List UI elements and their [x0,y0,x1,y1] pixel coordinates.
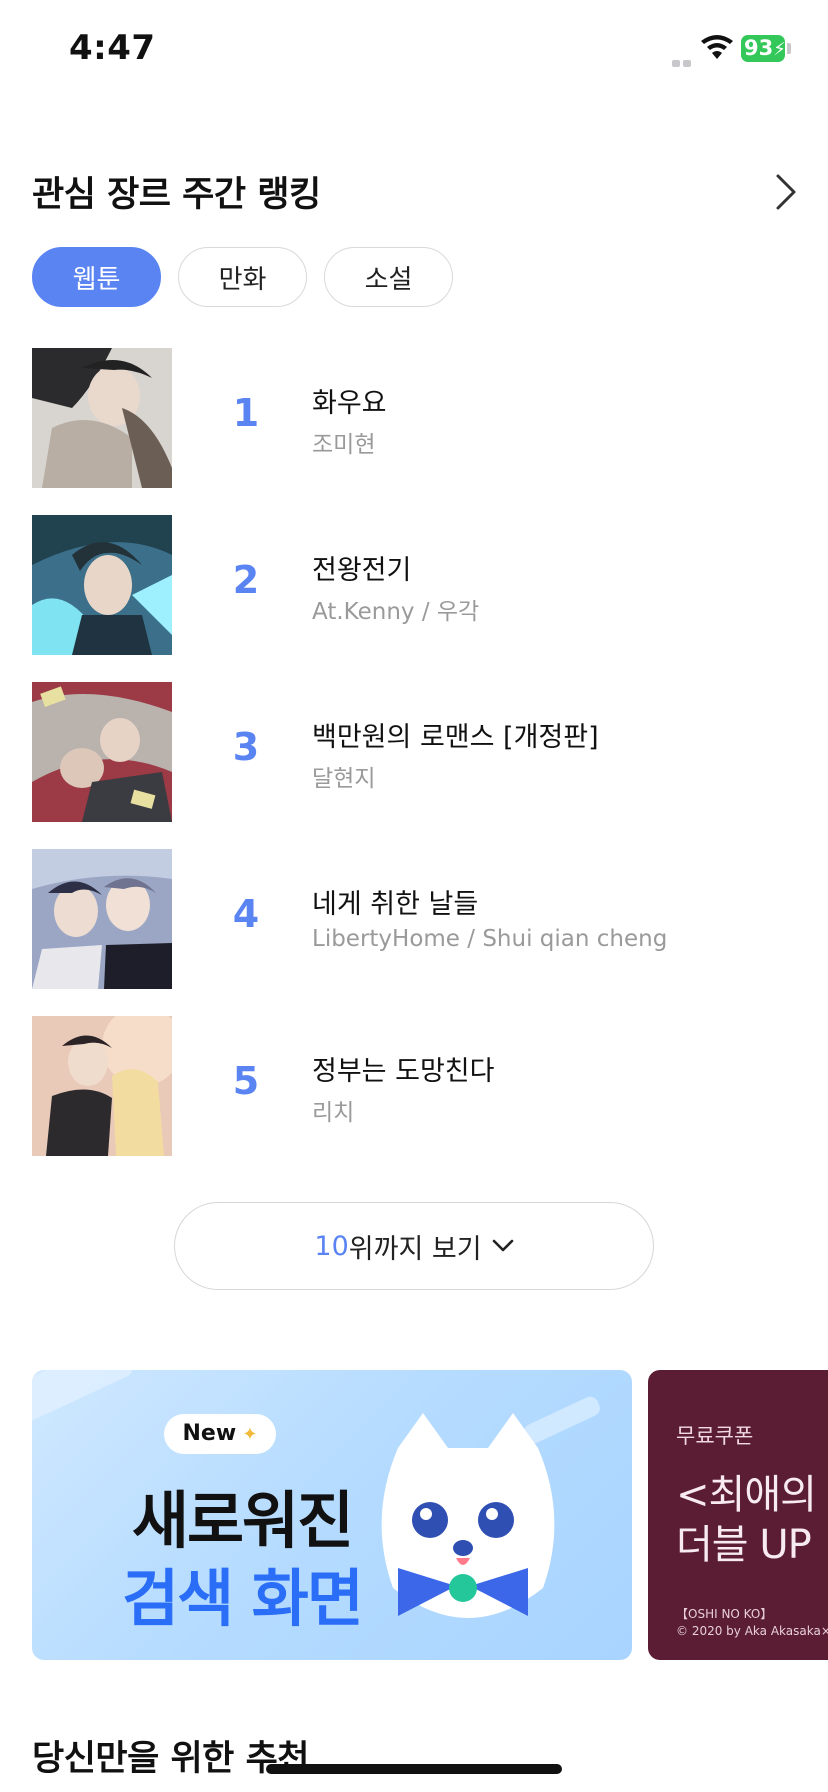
cover-thumbnail [32,1016,172,1156]
item-title: 화우요 [312,388,387,419]
rank-number: 4 [232,892,260,936]
chevron-down-icon [492,1239,513,1252]
banner-headline-1: 새로워진 [131,1484,354,1557]
coupon-label: 무료쿠폰 [676,1424,754,1448]
item-title: 네게 취한 날들 [312,889,479,920]
coupon-copyright-line2: © 2020 by Aka Akasaka×M [676,1624,828,1638]
rank-number: 5 [232,1059,260,1103]
cover-thumbnail [32,515,172,655]
rank-number: 2 [232,558,260,602]
coupon-title-line1: <최애의 아 [676,1472,828,1518]
coupon-title: <최애의 아 더블 UP [676,1470,828,1570]
more-count: 10 [314,1230,349,1262]
item-author: 달현지 [312,766,376,792]
weekly-ranking-title: 관심 장르 주간 랭킹 [32,175,321,215]
home-indicator[interactable] [266,1764,562,1774]
coupon-title-line2: 더블 UP [676,1522,812,1568]
cover-thumbnail [32,682,172,822]
battery-tip [787,43,791,54]
ranking-item[interactable]: 4 네게 취한 날들 LibertyHome / Shui qian cheng [32,849,812,989]
item-title: 백만원의 로맨스 [개정판] [312,722,599,753]
wifi-icon [701,35,733,59]
tab-novel[interactable]: 소설 [324,247,453,307]
ranking-item[interactable]: 5 정부는 도망친다 리치 [32,1016,812,1156]
recommendation-title: 당신만을 위한 추천 [32,1739,309,1779]
status-bar: 4:47 93⚡ [0,0,828,100]
chevron-right-icon[interactable] [768,170,804,214]
cellular-signal-icon [672,52,694,71]
coupon-copyright: 【OSHI NO KO】 © 2020 by Aka Akasaka×M [676,1606,828,1640]
item-author: 조미현 [312,432,376,458]
item-author: 리치 [312,1100,355,1126]
item-author: LibertyHome / Shui qian cheng [312,926,668,952]
status-time: 4:47 [69,28,156,68]
new-search-banner[interactable]: New ✦ 새로워진 검색 화면 [32,1370,632,1660]
item-author: At.Kenny / 우각 [312,599,480,625]
ranking-item[interactable]: 2 전왕전기 At.Kenny / 우각 [32,515,812,655]
rank-number: 3 [232,725,260,769]
battery-icon: 93⚡ [741,35,786,62]
banner-headline-2: 검색 화면 [122,1562,364,1635]
item-title: 전왕전기 [312,555,412,586]
new-badge-text: New [182,1421,237,1446]
tab-webtoon[interactable]: 웹툰 [32,247,161,307]
coupon-copyright-line1: 【OSHI NO KO】 [676,1607,773,1621]
ranking-item[interactable]: 3 백만원의 로맨스 [개정판] 달현지 [32,682,812,822]
rank-number: 1 [232,391,260,435]
more-label: 위까지 보기 [348,1233,482,1265]
item-title: 정부는 도망친다 [312,1056,495,1087]
battery-level: 93 [744,36,774,60]
genre-tabs: 웹툰 만화 소설 [32,247,453,307]
cover-thumbnail [32,348,172,488]
mascot-illustration [381,1413,555,1618]
cover-thumbnail [32,849,172,989]
new-badge: New ✦ [164,1414,276,1454]
ranking-list: 1 화우요 조미현 2 전왕전기 At.Kenny / 우각 3 백만원의 로맨 [32,348,812,1183]
free-coupon-banner[interactable]: 무료쿠폰 <최애의 아 더블 UP 【OSHI NO KO】 © 2020 by… [648,1370,828,1660]
tab-comic[interactable]: 만화 [178,247,307,307]
show-top10-button[interactable]: 10 위까지 보기 [174,1202,654,1290]
ranking-item[interactable]: 1 화우요 조미현 [32,348,812,488]
